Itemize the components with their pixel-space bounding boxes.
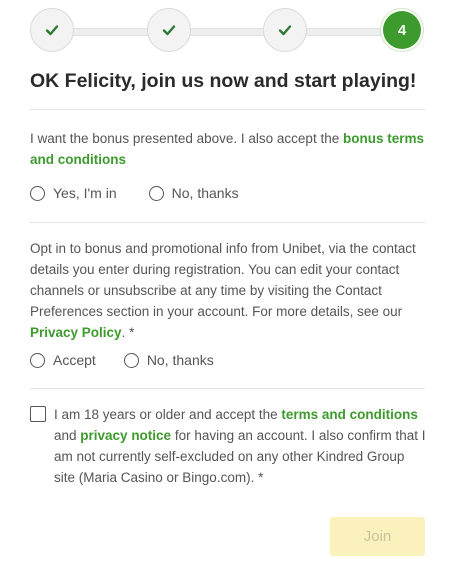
terms-and-conditions-link[interactable]: terms and conditions	[281, 407, 418, 422]
bonus-no-option[interactable]: No, thanks	[148, 185, 239, 201]
check-icon	[45, 25, 59, 36]
promo-no-option[interactable]: No, thanks	[123, 352, 214, 368]
promo-text: Opt in to bonus and promotional info fro…	[30, 238, 425, 343]
bonus-no-radio[interactable]	[148, 185, 164, 201]
check-icon	[278, 25, 292, 36]
bonus-yes-radio[interactable]	[30, 185, 45, 201]
bonus-no-label: No, thanks	[171, 185, 239, 201]
promo-no-label: No, thanks	[146, 352, 214, 368]
promo-radio-group: Accept No, thanks	[30, 352, 214, 368]
promo-accept-label: Accept	[53, 352, 96, 368]
check-icon	[162, 25, 176, 36]
divider	[30, 388, 425, 389]
divider	[30, 109, 425, 110]
promo-no-radio[interactable]	[123, 352, 139, 368]
stepper-track	[52, 28, 403, 36]
page-title: OK Felicity, join us now and start playi…	[30, 70, 417, 92]
terms-text-1: I am 18 years or older and accept the	[54, 407, 282, 422]
promo-text-tail: . *	[121, 325, 135, 340]
step-3-completed	[263, 8, 307, 52]
bonus-text: I want the bonus presented above. I also…	[30, 128, 425, 170]
privacy-policy-link[interactable]: Privacy Policy	[30, 325, 122, 340]
promo-text-body: Opt in to bonus and promotional info fro…	[30, 241, 416, 319]
promo-accept-radio[interactable]	[30, 352, 45, 368]
divider	[30, 222, 425, 223]
step-1-completed	[30, 8, 74, 52]
terms-checkbox[interactable]	[30, 406, 46, 422]
step-number: 4	[383, 11, 421, 49]
bonus-radio-group: Yes, I'm in No, thanks	[30, 185, 239, 201]
bonus-yes-label: Yes, I'm in	[53, 185, 117, 201]
privacy-notice-link[interactable]: privacy notice	[80, 428, 171, 443]
step-2-completed	[147, 8, 191, 52]
terms-text: I am 18 years or older and accept the te…	[54, 404, 426, 488]
promo-accept-option[interactable]: Accept	[30, 352, 96, 368]
terms-text-2: and	[54, 428, 81, 443]
step-4-active: 4	[380, 8, 424, 52]
bonus-yes-option[interactable]: Yes, I'm in	[30, 185, 117, 201]
bonus-text-body: I want the bonus presented above. I also…	[30, 131, 343, 146]
progress-stepper: 4	[30, 8, 425, 54]
join-button[interactable]: Join	[330, 517, 425, 556]
